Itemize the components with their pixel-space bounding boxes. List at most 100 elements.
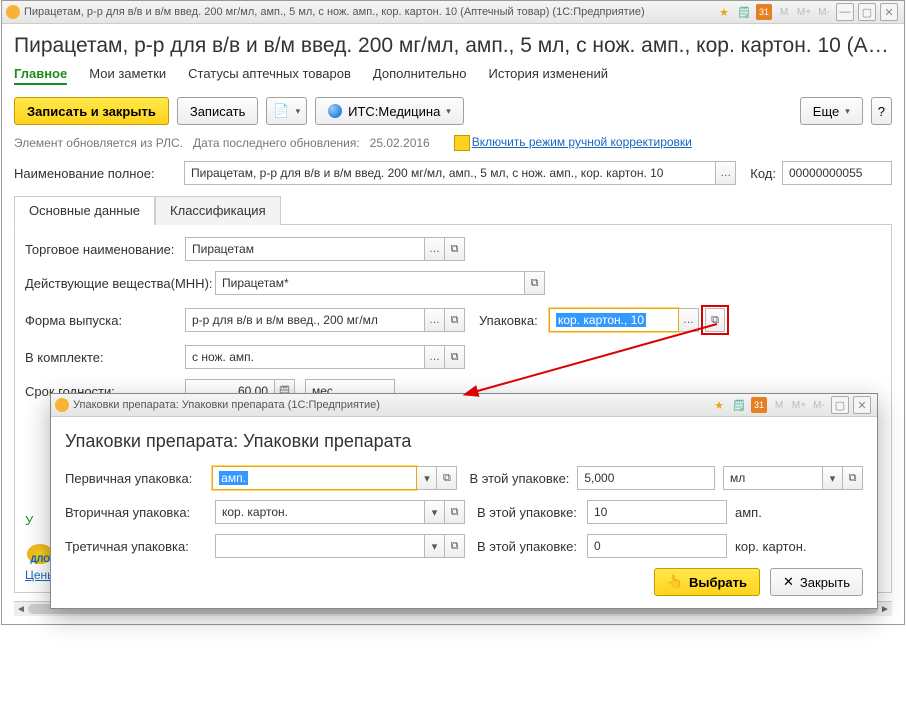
kit-open-button[interactable]: ⧉: [445, 345, 465, 369]
select-label: Выбрать: [689, 575, 747, 590]
chevron-down-icon: ▾: [296, 106, 301, 117]
primary-dropdown-button[interactable]: ▾: [417, 466, 437, 490]
manual-edit-link[interactable]: Включить режим ручной корректировки: [472, 135, 692, 149]
popup-close-btn[interactable]: ✕Закрыть: [770, 568, 863, 596]
tertiary-dropdown-button[interactable]: ▾: [425, 534, 445, 558]
secondary-qty-label: В этой упаковке:: [477, 505, 587, 520]
tertiary-input[interactable]: [215, 534, 425, 558]
primary-qty-label: В этой упаковке:: [469, 471, 577, 486]
main-titlebar: Пирацетам, р-р для в/в и в/м введ. 200 м…: [2, 1, 904, 24]
save-close-button[interactable]: Записать и закрыть: [14, 97, 169, 125]
tertiary-qty-label: В этой упаковке:: [477, 539, 587, 554]
fullname-label: Наименование полное:: [14, 166, 184, 181]
calendar-icon[interactable]: 31: [751, 397, 767, 413]
fullname-more-button[interactable]: …: [716, 161, 736, 185]
pack-input[interactable]: кор. картон., 10: [549, 308, 679, 332]
mnn-open-button[interactable]: ⧉: [525, 271, 545, 295]
packaging-popup: Упаковки препарата: Упаковки препарата (…: [50, 393, 878, 609]
secondary-qty-input[interactable]: 10: [587, 500, 727, 524]
more-button[interactable]: Еще▾: [800, 97, 863, 125]
m-btn[interactable]: M: [776, 4, 792, 20]
nav-tabs: Главное Мои заметки Статусы аптечных тов…: [14, 66, 892, 85]
tab-main[interactable]: Главное: [14, 66, 67, 85]
primary-value: амп.: [219, 471, 248, 485]
save-button[interactable]: Записать: [177, 97, 259, 125]
minimize-button[interactable]: —: [836, 3, 854, 21]
mnn-input[interactable]: Пирацетам*: [215, 271, 525, 295]
m-btn[interactable]: M: [771, 397, 787, 413]
toolbar: Записать и закрыть Записать 📄▾ ИТС:Медиц…: [14, 97, 892, 125]
secondary-input[interactable]: кор. картон.: [215, 500, 425, 524]
kit-input[interactable]: с нож. амп.: [185, 345, 425, 369]
form-input[interactable]: р-р для в/в и в/м введ., 200 мг/мл: [185, 308, 425, 332]
page-title: Пирацетам, р-р для в/в и в/м введ. 200 м…: [14, 34, 892, 58]
primary-open-button[interactable]: ⧉: [437, 466, 457, 490]
popup-heading: Упаковки препарата: Упаковки препарата: [65, 431, 863, 452]
tab-basic[interactable]: Основные данные: [14, 196, 155, 225]
meta-row: Элемент обновляется из РЛС. Дата последн…: [14, 135, 892, 151]
pack-more-button[interactable]: …: [679, 308, 699, 332]
globe-icon: [328, 104, 342, 118]
trade-input[interactable]: Пирацетам: [185, 237, 425, 261]
calculator-icon[interactable]: 🗒: [736, 4, 752, 20]
popup-restore-button[interactable]: ▢: [831, 396, 849, 414]
m-plus-btn[interactable]: M+: [796, 4, 812, 20]
favorite-icon[interactable]: ★: [711, 397, 727, 413]
tab-classification[interactable]: Классификация: [155, 196, 281, 225]
edit-icon: [454, 135, 470, 151]
primary-unit-open[interactable]: ⧉: [843, 466, 863, 490]
maximize-button[interactable]: ▢: [858, 3, 876, 21]
pack-label: Упаковка:: [479, 313, 549, 328]
form-more-button[interactable]: …: [425, 308, 445, 332]
m-minus-btn[interactable]: M-: [816, 4, 832, 20]
mnn-label: Действующие вещества(МНН):: [25, 276, 215, 291]
scroll-left-icon[interactable]: ◄: [14, 602, 28, 616]
primary-unit-dropdown[interactable]: ▾: [823, 466, 843, 490]
tertiary-unit: кор. картон.: [735, 539, 807, 554]
kit-label: В комплекте:: [25, 350, 185, 365]
m-minus-btn[interactable]: M-: [811, 397, 827, 413]
primary-input[interactable]: амп.: [212, 466, 417, 490]
manual-edit-link-wrap: Включить режим ручной корректировки: [454, 135, 692, 151]
calculator-icon[interactable]: 🗒: [731, 397, 747, 413]
tab-statuses[interactable]: Статусы аптечных товаров: [188, 66, 351, 85]
hand-icon: 👆: [667, 574, 683, 590]
calendar-icon[interactable]: 31: [756, 4, 772, 20]
chevron-down-icon: ▾: [446, 106, 451, 117]
popup-close-button[interactable]: ✕: [853, 396, 871, 414]
rls-label: Элемент обновляется из РЛС.: [14, 136, 183, 150]
secondary-open-button[interactable]: ⧉: [445, 500, 465, 524]
scroll-right-icon[interactable]: ►: [878, 602, 892, 616]
its-button[interactable]: ИТС:Медицина▾: [315, 97, 464, 125]
trade-more-button[interactable]: …: [425, 237, 445, 261]
favorite-icon[interactable]: ★: [716, 4, 732, 20]
tab-notes[interactable]: Мои заметки: [89, 66, 166, 85]
pack-open-button[interactable]: ⧉: [705, 308, 725, 332]
pack-open-highlight: ⧉: [701, 305, 729, 335]
chevron-down-icon: ▾: [845, 106, 850, 117]
m-plus-btn[interactable]: M+: [791, 397, 807, 413]
trade-open-button[interactable]: ⧉: [445, 237, 465, 261]
tool-dropdown-button[interactable]: 📄▾: [266, 97, 307, 125]
tertiary-qty-input[interactable]: 0: [587, 534, 727, 558]
code-input[interactable]: 00000000055: [782, 161, 892, 185]
help-button[interactable]: ?: [871, 97, 892, 125]
form-open-button[interactable]: ⧉: [445, 308, 465, 332]
form-label: Форма выпуска:: [25, 313, 185, 328]
select-button[interactable]: 👆 Выбрать: [654, 568, 760, 596]
primary-qty-input[interactable]: 5,000: [577, 466, 715, 490]
secondary-dropdown-button[interactable]: ▾: [425, 500, 445, 524]
close-button[interactable]: ✕: [880, 3, 898, 21]
tertiary-open-button[interactable]: ⧉: [445, 534, 465, 558]
tertiary-label: Третичная упаковка:: [65, 539, 215, 554]
fullname-input[interactable]: Пирацетам, р-р для в/в и в/м введ. 200 м…: [184, 161, 716, 185]
kit-more-button[interactable]: …: [425, 345, 445, 369]
tab-extra[interactable]: Дополнительно: [373, 66, 467, 85]
secondary-unit: амп.: [735, 505, 762, 520]
trade-label: Торговое наименование:: [25, 242, 185, 257]
app-icon: [55, 398, 69, 412]
primary-unit-input[interactable]: мл: [723, 466, 823, 490]
close-icon: ✕: [783, 574, 794, 590]
app-icon: [6, 5, 20, 19]
tab-history[interactable]: История изменений: [488, 66, 608, 85]
